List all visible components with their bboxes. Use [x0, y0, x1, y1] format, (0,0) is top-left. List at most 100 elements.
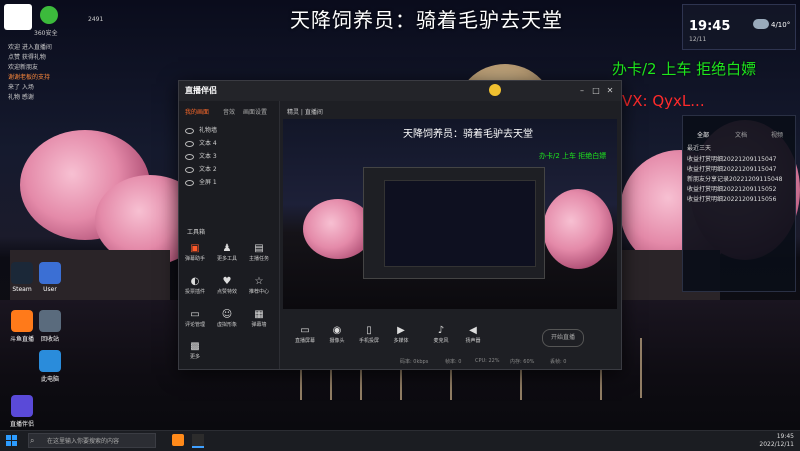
list-item[interactable]: 收益打赏明细20221209115052	[687, 184, 776, 193]
clock-weather-widget: 19:45 12/11 4/10°	[682, 4, 796, 50]
chat-message: 来了 入场	[8, 84, 34, 91]
camera-icon: ◉	[332, 325, 342, 336]
taskbar-app-icon[interactable]	[192, 434, 204, 448]
douyu-icon	[11, 310, 33, 332]
tab-scene-settings[interactable]: 画面设置	[243, 107, 267, 116]
ad-text-green: 办卡/2 上车 拒绝白嫖	[612, 60, 757, 78]
tool-recommend[interactable]: ☆ 推荐中心	[245, 276, 273, 295]
stream-preview: 天降饲养员：骑着毛驴去天堂 办卡/2 上车 拒绝白嫖	[283, 119, 617, 309]
task-icon: ▤	[254, 243, 264, 254]
list-item[interactable]: 收益打赏明细20221209115056	[687, 194, 776, 203]
chat-message: 礼物 感谢	[8, 94, 34, 101]
scene-sidebar: 我的画面 音效 画面设置 礼物墙 文本 4 文本 3 文本 2 全屏 1 工具箱…	[179, 101, 280, 369]
ad-text-red: VX: QyxL...	[622, 92, 705, 110]
eye-icon[interactable]	[185, 153, 194, 160]
list-item[interactable]: 收益打赏明细20221209115047	[687, 154, 776, 163]
tool-like-effect[interactable]: ♥ 点赞特效	[213, 276, 241, 295]
computer-icon	[39, 350, 61, 372]
star-icon: ☆	[254, 276, 264, 287]
tray-clock[interactable]: 19:45 2022/12/11	[740, 433, 794, 449]
tool-more[interactable]: ♟ 更多工具	[213, 243, 241, 262]
speaker-icon: ◀	[469, 325, 477, 336]
widget-temp: 4/10°	[771, 21, 791, 29]
tool-comments[interactable]: ▭ 评论管理	[181, 309, 209, 328]
chat-overlay: 2491 360安全 欢迎 进入直播间 点赞 获得礼物 欢迎新朋友 谢谢老板的支…	[0, 0, 165, 150]
minimize-icon[interactable]: –	[577, 86, 587, 96]
tab-audio[interactable]: 音效	[223, 107, 235, 116]
status-bar: 码率: 0kbps 帧率: 0 CPU: 22% 内存: 60% 丢帧: 0	[400, 358, 567, 365]
app-titlebar: 直播伴侣 – □ ✕	[179, 81, 621, 101]
tool-danmaku-helper[interactable]: ▣ 弹幕助手	[181, 243, 209, 262]
add-phone-button[interactable]: ▯ 手机投屏	[354, 325, 384, 344]
user-folder-icon	[39, 262, 61, 284]
scene-item[interactable]: 礼物墙	[185, 125, 275, 135]
heart-icon: ♥	[222, 276, 232, 287]
live-companion-window: 直播伴侣 – □ ✕ 我的画面 音效 画面设置 礼物墙 文本 4 文本 3 文本…	[178, 80, 622, 370]
source-toolbar: ▭ 直播屏幕 ◉ 摄像头 ▯ 手机投屏 ▶ 多媒体 ♪ 麦克风 ◀ 扬声器 开始直播	[280, 321, 621, 355]
avatar[interactable]	[489, 84, 501, 96]
list-item[interactable]: 收益打赏明细20221209115047	[687, 164, 776, 173]
taskbar-app-icon[interactable]	[172, 434, 184, 446]
tool-avatar[interactable]: ☺ 虚拟形象	[213, 309, 241, 328]
start-live-button[interactable]: 开始直播	[542, 329, 584, 347]
tab-my-scene[interactable]: 我的画面	[185, 107, 209, 116]
tool-danmaku-wall[interactable]: ▦ 弹幕墙	[245, 309, 273, 328]
tab-videos[interactable]: 视频	[771, 130, 783, 139]
stream-title-overlay: 天降饲养员：骑着毛驴去天堂	[290, 8, 563, 32]
scene-item[interactable]: 文本 3	[185, 151, 275, 161]
add-camera-button[interactable]: ◉ 摄像头	[322, 325, 352, 344]
list-item[interactable]: 新朋友分享记录20221209115048	[687, 174, 782, 183]
preview-header: 精灵 | 直播间	[287, 109, 323, 116]
widget-date: 12/11	[689, 36, 707, 43]
grid-icon: ▩	[190, 341, 200, 352]
security-label: 360安全	[34, 30, 58, 37]
tool-extra[interactable]: ▩ 更多	[181, 341, 209, 360]
windows-start-icon[interactable]	[6, 435, 18, 447]
chat-message: 点赞 获得礼物	[8, 54, 46, 61]
wall-icon: ▦	[254, 309, 264, 320]
add-screen-button[interactable]: ▭ 直播屏幕	[290, 325, 320, 344]
chat-message: 谢谢老板的支持	[8, 74, 51, 81]
widget-time: 19:45	[689, 19, 731, 34]
eye-icon[interactable]	[185, 166, 194, 173]
desktop-icon-douyu[interactable]: 斗鱼直播	[2, 310, 42, 343]
app-logo: 直播伴侣	[185, 86, 217, 95]
chat-message: 欢迎 进入直播间	[8, 44, 52, 51]
monitor-icon: ▭	[300, 325, 310, 336]
toolbox-title: 工具箱	[187, 229, 206, 236]
microphone-button[interactable]: ♪ 麦克风	[426, 325, 456, 344]
file-notification-panel: 全部 文档 视频 最近三天 收益打赏明细20221209115047 收益打赏明…	[682, 115, 796, 292]
comment-icon: ▭	[190, 309, 200, 320]
preview-title-overlay: 天降饲养员：骑着毛驴去天堂	[403, 129, 533, 140]
scene-item[interactable]: 文本 2	[185, 164, 275, 174]
microphone-icon: ♪	[437, 325, 445, 336]
viewer-count: 2491	[88, 16, 104, 23]
desktop-icon-user[interactable]: User	[30, 262, 70, 293]
face-icon: ☺	[221, 309, 233, 320]
desktop-icon-this-pc[interactable]: 此电脑	[30, 350, 70, 383]
person-icon: ♟	[222, 243, 232, 254]
eye-icon[interactable]	[185, 127, 194, 134]
add-media-button[interactable]: ▶ 多媒体	[386, 325, 416, 344]
eye-icon[interactable]	[185, 140, 194, 147]
tool-host-task[interactable]: ▤ 主播任务	[245, 243, 273, 262]
scene-item[interactable]: 全屏 1	[185, 177, 275, 187]
cloud-icon	[753, 19, 769, 29]
desktop-icon-live-companion[interactable]: 直播伴侣	[2, 395, 42, 428]
scene-item[interactable]: 文本 4	[185, 138, 275, 148]
maximize-icon[interactable]: □	[591, 86, 601, 96]
vote-icon: ◐	[190, 276, 200, 287]
shield-icon	[40, 6, 58, 24]
eye-icon[interactable]	[185, 179, 194, 186]
close-icon[interactable]: ✕	[605, 86, 615, 96]
tool-vote[interactable]: ◐ 投票插件	[181, 276, 209, 295]
chat-message: 欢迎新朋友	[8, 64, 39, 71]
section-label: 最近三天	[687, 145, 712, 152]
taskbar-search-input[interactable]: 在这里输入你要搜索的内容	[28, 433, 156, 448]
preview-ad-text: 办卡/2 上车 拒绝白嫖	[539, 152, 607, 160]
speaker-button[interactable]: ◀ 扬声器	[458, 325, 488, 344]
danmaku-icon: ▣	[190, 243, 200, 254]
tab-all[interactable]: 全部	[697, 130, 709, 139]
taskbar: 在这里输入你要搜索的内容 ⌕ 19:45 2022/12/11	[0, 430, 800, 451]
tab-docs[interactable]: 文档	[735, 130, 747, 139]
